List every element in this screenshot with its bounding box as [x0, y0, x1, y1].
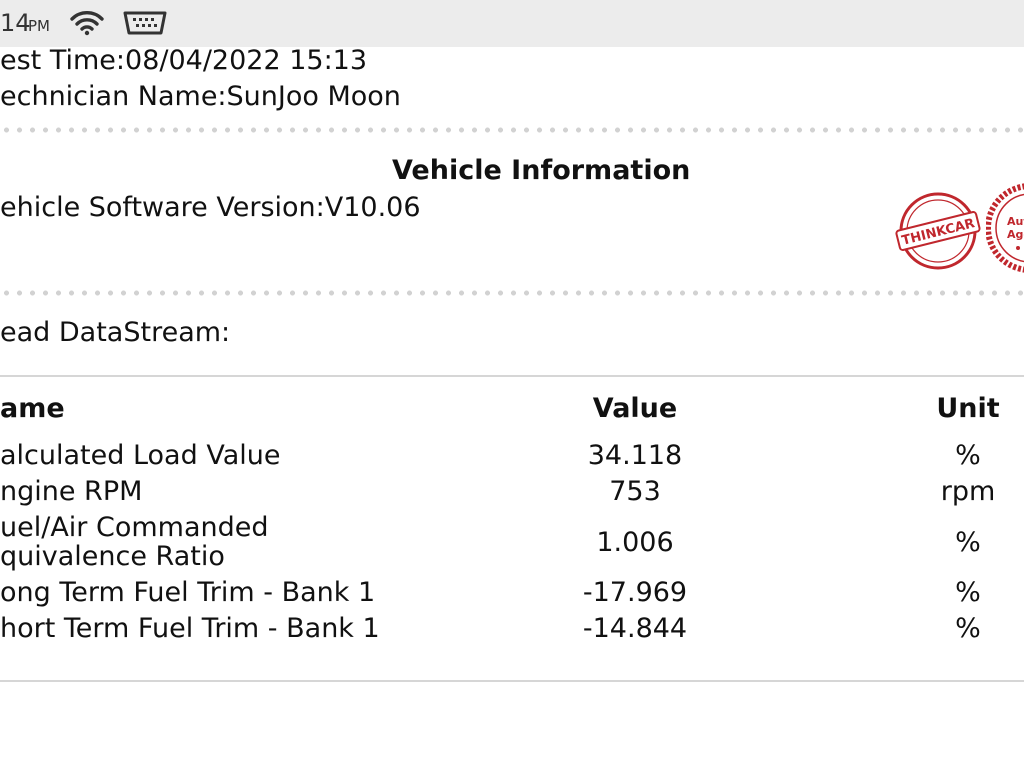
technician-name: echnician Name:SunJoo Moon: [0, 81, 401, 112]
status-time: 14: [0, 9, 31, 37]
row-unit: rpm: [940, 476, 996, 507]
svg-text:Aut: Aut: [1007, 215, 1024, 228]
row-value: -14.844: [582, 613, 688, 644]
obd-connector-icon: [123, 11, 167, 35]
row-name: ong Term Fuel Trim - Bank 1: [0, 577, 376, 608]
status-bar: 14 PM: [0, 0, 1024, 47]
row-name: ngine RPM: [0, 476, 143, 507]
row-name-line2: quivalence Ratio: [0, 541, 225, 572]
row-name-line1: uel/Air Commanded: [0, 512, 269, 543]
column-header-unit: Unit: [936, 393, 1000, 424]
vehicle-software-version: ehicle Software Version:V10.06: [0, 192, 421, 223]
test-time: est Time:08/04/2022 15:13: [0, 45, 368, 76]
wifi-icon: [70, 11, 104, 36]
table-top-border: [0, 375, 1024, 377]
row-unit: %: [955, 440, 981, 471]
auto-agent-stamp-logo: Aut Age: [986, 183, 1024, 273]
row-unit: %: [955, 527, 981, 558]
status-ampm: PM: [28, 17, 50, 35]
row-unit: %: [955, 613, 981, 644]
svg-text:Age: Age: [1007, 228, 1024, 241]
vehicle-information-title: Vehicle Information: [392, 155, 691, 186]
row-name: alculated Load Value: [0, 440, 281, 471]
row-value: -17.969: [582, 577, 688, 608]
row-name: hort Term Fuel Trim - Bank 1: [0, 613, 380, 644]
thinkcar-stamp-logo: THINKCAR: [895, 192, 981, 270]
column-header-value: Value: [592, 393, 678, 424]
row-unit: %: [955, 577, 981, 608]
dotted-divider: [0, 127, 1024, 133]
datastream-label: ead DataStream:: [0, 317, 231, 348]
row-value: 753: [609, 476, 661, 507]
row-value: 34.118: [587, 440, 683, 471]
column-header-name: ame: [0, 393, 65, 424]
row-value: 1.006: [596, 527, 674, 558]
table-bottom-border: [0, 680, 1024, 682]
dotted-divider: [0, 290, 1024, 296]
